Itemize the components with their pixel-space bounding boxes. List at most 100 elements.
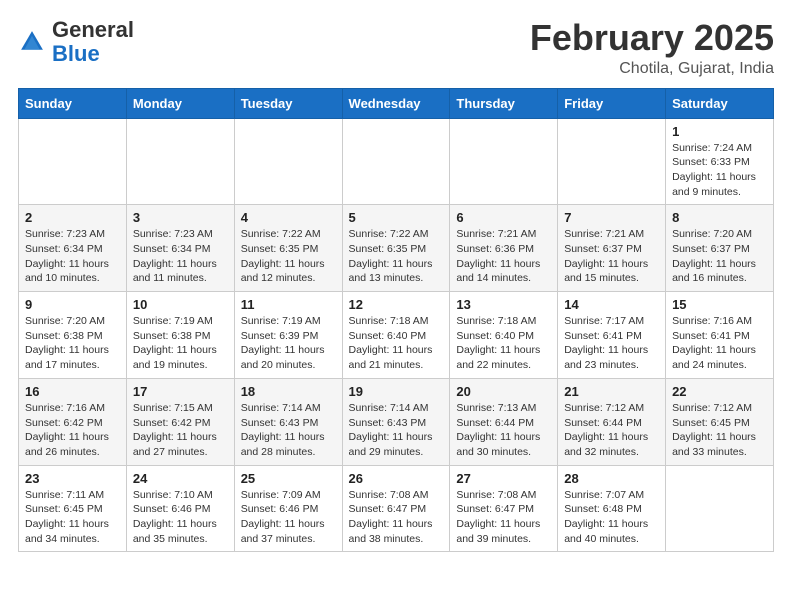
day-info: Sunrise: 7:20 AMSunset: 6:38 PMDaylight:… xyxy=(25,314,120,373)
day-number: 9 xyxy=(25,297,120,312)
calendar-cell: 1 Sunrise: 7:24 AMSunset: 6:33 PMDaylight… xyxy=(666,118,774,205)
calendar-cell: 24Sunrise: 7:10 AMSunset: 6:46 PMDayligh… xyxy=(126,465,234,552)
month-title: February 2025 xyxy=(530,18,774,58)
calendar-weekday-wednesday: Wednesday xyxy=(342,88,450,118)
calendar-cell: 22Sunrise: 7:12 AMSunset: 6:45 PMDayligh… xyxy=(666,378,774,465)
calendar-cell xyxy=(234,118,342,205)
day-number: 26 xyxy=(349,471,444,486)
day-number: 15 xyxy=(672,297,767,312)
calendar-cell: 15 Sunrise: 7:16 AMSunset: 6:41 PMDayligh… xyxy=(666,292,774,379)
calendar-cell xyxy=(666,465,774,552)
calendar-table: SundayMondayTuesdayWednesdayThursdayFrid… xyxy=(18,88,774,553)
calendar-cell xyxy=(19,118,127,205)
day-number: 11 xyxy=(241,297,336,312)
day-number: 2 xyxy=(25,210,120,225)
calendar-cell: 27 Sunrise: 7:08 AMSunset: 6:47 PMDayligh… xyxy=(450,465,558,552)
day-number: 3 xyxy=(133,210,228,225)
calendar-cell: 20 Sunrise: 7:13 AMSunset: 6:44 PMDayligh… xyxy=(450,378,558,465)
day-info: Sunrise: 7:14 AMSunset: 6:43 PMDaylight:… xyxy=(241,401,336,460)
day-number: 23 xyxy=(25,471,120,486)
logo-general: General xyxy=(52,17,134,42)
calendar-week-row: 1 Sunrise: 7:24 AMSunset: 6:33 PMDaylight… xyxy=(19,118,774,205)
calendar-cell: 3 Sunrise: 7:23 AMSunset: 6:34 PMDaylight… xyxy=(126,205,234,292)
day-number: 14 xyxy=(564,297,659,312)
day-info: Sunrise: 7:19 AMSunset: 6:39 PMDaylight:… xyxy=(241,314,336,373)
day-number: 10 xyxy=(133,297,228,312)
calendar-cell: 11 Sunrise: 7:19 AMSunset: 6:39 PMDayligh… xyxy=(234,292,342,379)
day-info: Sunrise: 7:23 AMSunset: 6:34 PMDaylight:… xyxy=(25,227,120,286)
day-info: Sunrise: 7:19 AMSunset: 6:38 PMDaylight:… xyxy=(133,314,228,373)
calendar-cell: 4 Sunrise: 7:22 AMSunset: 6:35 PMDaylight… xyxy=(234,205,342,292)
day-info: Sunrise: 7:10 AMSunset: 6:46 PMDaylight:… xyxy=(133,488,228,547)
day-number: 16 xyxy=(25,384,120,399)
day-info: Sunrise: 7:15 AMSunset: 6:42 PMDaylight:… xyxy=(133,401,228,460)
location: Chotila, Gujarat, India xyxy=(530,60,774,78)
calendar-cell: 6 Sunrise: 7:21 AMSunset: 6:36 PMDaylight… xyxy=(450,205,558,292)
logo-blue: Blue xyxy=(52,41,100,66)
calendar-cell: 14 Sunrise: 7:17 AMSunset: 6:41 PMDayligh… xyxy=(558,292,666,379)
day-info: Sunrise: 7:21 AMSunset: 6:36 PMDaylight:… xyxy=(456,227,551,286)
day-info: Sunrise: 7:16 AMSunset: 6:41 PMDaylight:… xyxy=(672,314,767,373)
calendar-cell: 23Sunrise: 7:11 AMSunset: 6:45 PMDayligh… xyxy=(19,465,127,552)
calendar-cell xyxy=(126,118,234,205)
calendar-weekday-thursday: Thursday xyxy=(450,88,558,118)
title-block: February 2025 Chotila, Gujarat, India xyxy=(530,18,774,78)
day-info: Sunrise: 7:08 AMSunset: 6:47 PMDaylight:… xyxy=(456,488,551,547)
day-info: Sunrise: 7:24 AMSunset: 6:33 PMDaylight:… xyxy=(672,141,767,200)
calendar-cell: 7Sunrise: 7:21 AMSunset: 6:37 PMDaylight… xyxy=(558,205,666,292)
calendar-cell: 18Sunrise: 7:14 AMSunset: 6:43 PMDayligh… xyxy=(234,378,342,465)
logo: General Blue xyxy=(18,18,134,66)
day-number: 7 xyxy=(564,210,659,225)
day-number: 12 xyxy=(349,297,444,312)
calendar-week-row: 2 Sunrise: 7:23 AMSunset: 6:34 PMDaylight… xyxy=(19,205,774,292)
day-number: 5 xyxy=(349,210,444,225)
calendar-cell: 26 Sunrise: 7:08 AMSunset: 6:47 PMDayligh… xyxy=(342,465,450,552)
day-info: Sunrise: 7:17 AMSunset: 6:41 PMDaylight:… xyxy=(564,314,659,373)
day-number: 17 xyxy=(133,384,228,399)
header: General Blue February 2025 Chotila, Guja… xyxy=(18,18,774,78)
calendar-week-row: 23Sunrise: 7:11 AMSunset: 6:45 PMDayligh… xyxy=(19,465,774,552)
day-info: Sunrise: 7:12 AMSunset: 6:44 PMDaylight:… xyxy=(564,401,659,460)
calendar-cell xyxy=(342,118,450,205)
day-info: Sunrise: 7:18 AMSunset: 6:40 PMDaylight:… xyxy=(349,314,444,373)
day-number: 25 xyxy=(241,471,336,486)
day-number: 1 xyxy=(672,124,767,139)
day-number: 6 xyxy=(456,210,551,225)
page: General Blue February 2025 Chotila, Guja… xyxy=(0,0,792,570)
calendar-cell: 19 Sunrise: 7:14 AMSunset: 6:43 PMDayligh… xyxy=(342,378,450,465)
day-number: 20 xyxy=(456,384,551,399)
calendar-cell: 13Sunrise: 7:18 AMSunset: 6:40 PMDayligh… xyxy=(450,292,558,379)
logo-text: General Blue xyxy=(52,18,134,66)
day-info: Sunrise: 7:22 AMSunset: 6:35 PMDaylight:… xyxy=(349,227,444,286)
calendar-cell: 5 Sunrise: 7:22 AMSunset: 6:35 PMDaylight… xyxy=(342,205,450,292)
day-info: Sunrise: 7:14 AMSunset: 6:43 PMDaylight:… xyxy=(349,401,444,460)
day-info: Sunrise: 7:08 AMSunset: 6:47 PMDaylight:… xyxy=(349,488,444,547)
calendar-weekday-friday: Friday xyxy=(558,88,666,118)
calendar-cell xyxy=(450,118,558,205)
day-info: Sunrise: 7:16 AMSunset: 6:42 PMDaylight:… xyxy=(25,401,120,460)
day-info: Sunrise: 7:20 AMSunset: 6:37 PMDaylight:… xyxy=(672,227,767,286)
day-info: Sunrise: 7:18 AMSunset: 6:40 PMDaylight:… xyxy=(456,314,551,373)
calendar-header-row: SundayMondayTuesdayWednesdayThursdayFrid… xyxy=(19,88,774,118)
day-info: Sunrise: 7:07 AMSunset: 6:48 PMDaylight:… xyxy=(564,488,659,547)
calendar-cell: 21Sunrise: 7:12 AMSunset: 6:44 PMDayligh… xyxy=(558,378,666,465)
calendar-cell: 9 Sunrise: 7:20 AMSunset: 6:38 PMDaylight… xyxy=(19,292,127,379)
calendar-cell: 8 Sunrise: 7:20 AMSunset: 6:37 PMDaylight… xyxy=(666,205,774,292)
calendar-cell: 28Sunrise: 7:07 AMSunset: 6:48 PMDayligh… xyxy=(558,465,666,552)
calendar-cell xyxy=(558,118,666,205)
day-number: 19 xyxy=(349,384,444,399)
day-number: 22 xyxy=(672,384,767,399)
day-number: 8 xyxy=(672,210,767,225)
day-info: Sunrise: 7:22 AMSunset: 6:35 PMDaylight:… xyxy=(241,227,336,286)
day-number: 4 xyxy=(241,210,336,225)
calendar-cell: 16 Sunrise: 7:16 AMSunset: 6:42 PMDayligh… xyxy=(19,378,127,465)
calendar-cell: 2 Sunrise: 7:23 AMSunset: 6:34 PMDaylight… xyxy=(19,205,127,292)
calendar-weekday-tuesday: Tuesday xyxy=(234,88,342,118)
day-info: Sunrise: 7:23 AMSunset: 6:34 PMDaylight:… xyxy=(133,227,228,286)
calendar-cell: 17 Sunrise: 7:15 AMSunset: 6:42 PMDayligh… xyxy=(126,378,234,465)
calendar-weekday-saturday: Saturday xyxy=(666,88,774,118)
day-number: 27 xyxy=(456,471,551,486)
day-info: Sunrise: 7:13 AMSunset: 6:44 PMDaylight:… xyxy=(456,401,551,460)
calendar-week-row: 9 Sunrise: 7:20 AMSunset: 6:38 PMDaylight… xyxy=(19,292,774,379)
calendar-cell: 25Sunrise: 7:09 AMSunset: 6:46 PMDayligh… xyxy=(234,465,342,552)
